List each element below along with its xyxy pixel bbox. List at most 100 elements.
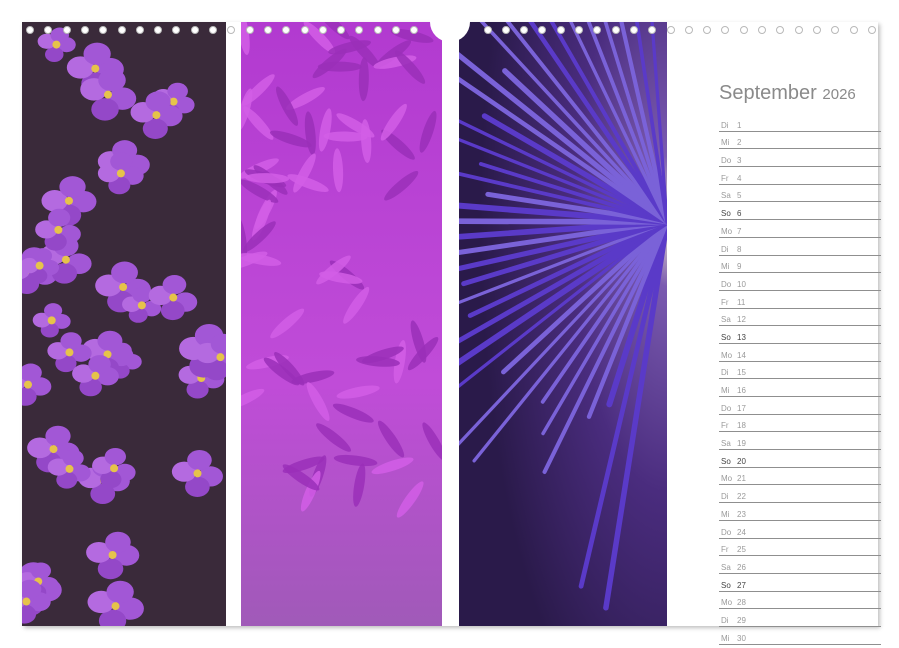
day-number: 12: [737, 315, 746, 325]
weekday-label: Do: [721, 527, 732, 537]
binding-ring: [867, 26, 876, 34]
petal-shape: [317, 61, 362, 72]
day-number: 18: [737, 421, 746, 431]
day-row: Sa 5: [719, 185, 881, 203]
weekday-label: Do: [721, 279, 732, 289]
day-row: So 6: [719, 202, 881, 221]
binding-ring: [593, 26, 602, 34]
day-number: 28: [737, 598, 746, 608]
spiral-binding: [22, 26, 878, 36]
weekday-label: Sa: [721, 191, 731, 201]
day-number: 27: [737, 580, 746, 590]
weekday-label: Mo: [721, 474, 733, 484]
day-row: Mi 30: [719, 627, 881, 645]
day-row: Mo 28: [719, 592, 881, 610]
day-number: 5: [737, 191, 742, 201]
binding-ring: [135, 26, 144, 34]
weekday-label: Sa: [721, 562, 731, 572]
weekday-label: Mi: [721, 138, 730, 148]
day-row: Mi 16: [719, 379, 881, 397]
day-row: Di 22: [719, 485, 881, 504]
weekday-label: Di: [721, 615, 729, 625]
day-number: 13: [737, 332, 746, 342]
day-row: Do 10: [719, 273, 881, 291]
weekday-label: Di: [721, 492, 729, 502]
day-row: Fr 25: [719, 539, 881, 557]
binding-ring: [117, 26, 126, 34]
binding-ring: [245, 26, 254, 34]
passionflower-closeup-photo: [459, 22, 667, 626]
binding-ring: [99, 26, 108, 34]
weekday-label: Mi: [721, 509, 730, 519]
binding-ring: [776, 26, 785, 34]
binding-ring: [410, 26, 419, 34]
day-number: 8: [737, 244, 742, 254]
binding-ring: [666, 26, 675, 34]
binding-ring: [721, 26, 730, 34]
binding-ring: [282, 26, 291, 34]
binding-ring: [648, 26, 657, 34]
weekday-label: Do: [721, 156, 732, 166]
binding-ring: [154, 26, 163, 34]
binding-ring: [44, 26, 53, 34]
weekday-label: Fr: [721, 421, 729, 431]
day-row: Mo 21: [719, 468, 881, 486]
day-number: 11: [737, 297, 746, 307]
day-number: 2: [737, 138, 742, 148]
violet-flowers-photo: [22, 22, 226, 626]
day-number: 26: [737, 562, 746, 572]
weekday-label: Mo: [721, 598, 733, 608]
day-number: 16: [737, 386, 746, 395]
day-row: Fr 18: [719, 415, 881, 433]
weekday-label: So: [721, 580, 731, 590]
weekday-label: Mo: [721, 226, 733, 236]
binding-ring: [794, 26, 803, 34]
weekday-label: Mo: [721, 350, 733, 360]
day-row: So 20: [719, 450, 881, 468]
day-list: Di 1 Mi 2 Do 3 Fr 4 Sa 5 So 6 Mo 7 Di 8 Mi 9 Do 10 Fr 11 Sa 12 S…: [719, 114, 881, 645]
binding-ring: [80, 26, 89, 34]
day-row: Do 3: [719, 149, 881, 168]
calendar-page: September 2026 Di 1 Mi 2 Do 3 Fr 4 Sa 5 So 6 Mo 7 Di 8 M…: [22, 0, 881, 645]
binding-ring: [611, 26, 620, 34]
weekday-label: Do: [721, 403, 732, 413]
binding-ring: [172, 26, 181, 34]
day-number: 22: [737, 492, 746, 502]
day-number: 14: [737, 350, 746, 360]
binding-ring: [62, 26, 71, 34]
weekday-label: Di: [721, 368, 729, 378]
day-row: Mi 23: [719, 503, 881, 521]
weekday-label: So: [721, 332, 731, 342]
binding-ring: [520, 26, 529, 34]
binding-ring: [263, 26, 272, 34]
day-row: So 13: [719, 326, 881, 344]
day-number: 15: [737, 368, 746, 378]
day-number: 25: [737, 545, 746, 555]
day-number: 20: [737, 456, 746, 466]
day-number: 23: [737, 509, 746, 519]
day-row: Mi 2: [719, 132, 881, 150]
month-title: September 2026: [719, 80, 881, 108]
weekday-label: Fr: [721, 173, 729, 183]
day-row: Mi 9: [719, 256, 881, 274]
day-number: 29: [737, 615, 746, 625]
binding-ring: [300, 26, 309, 34]
binding-ring: [501, 26, 510, 34]
day-row: Mo 7: [719, 220, 881, 238]
day-row: Di 15: [719, 362, 881, 380]
binding-ring: [337, 26, 346, 34]
day-number: 19: [737, 439, 746, 449]
day-row: Sa 12: [719, 309, 881, 327]
binding-ring: [831, 26, 840, 34]
binding-ring: [392, 26, 400, 34]
binding-ring: [26, 26, 34, 34]
day-row: Fr 4: [719, 167, 881, 185]
weekday-label: Di: [721, 244, 729, 254]
binding-ring: [318, 26, 327, 34]
day-row: Di 8: [719, 238, 881, 256]
day-row: Sa 19: [719, 432, 881, 451]
day-row: Di 29: [719, 609, 881, 627]
day-number: 3: [737, 156, 742, 166]
binding-ring: [739, 26, 748, 34]
binding-ring: [538, 26, 547, 34]
